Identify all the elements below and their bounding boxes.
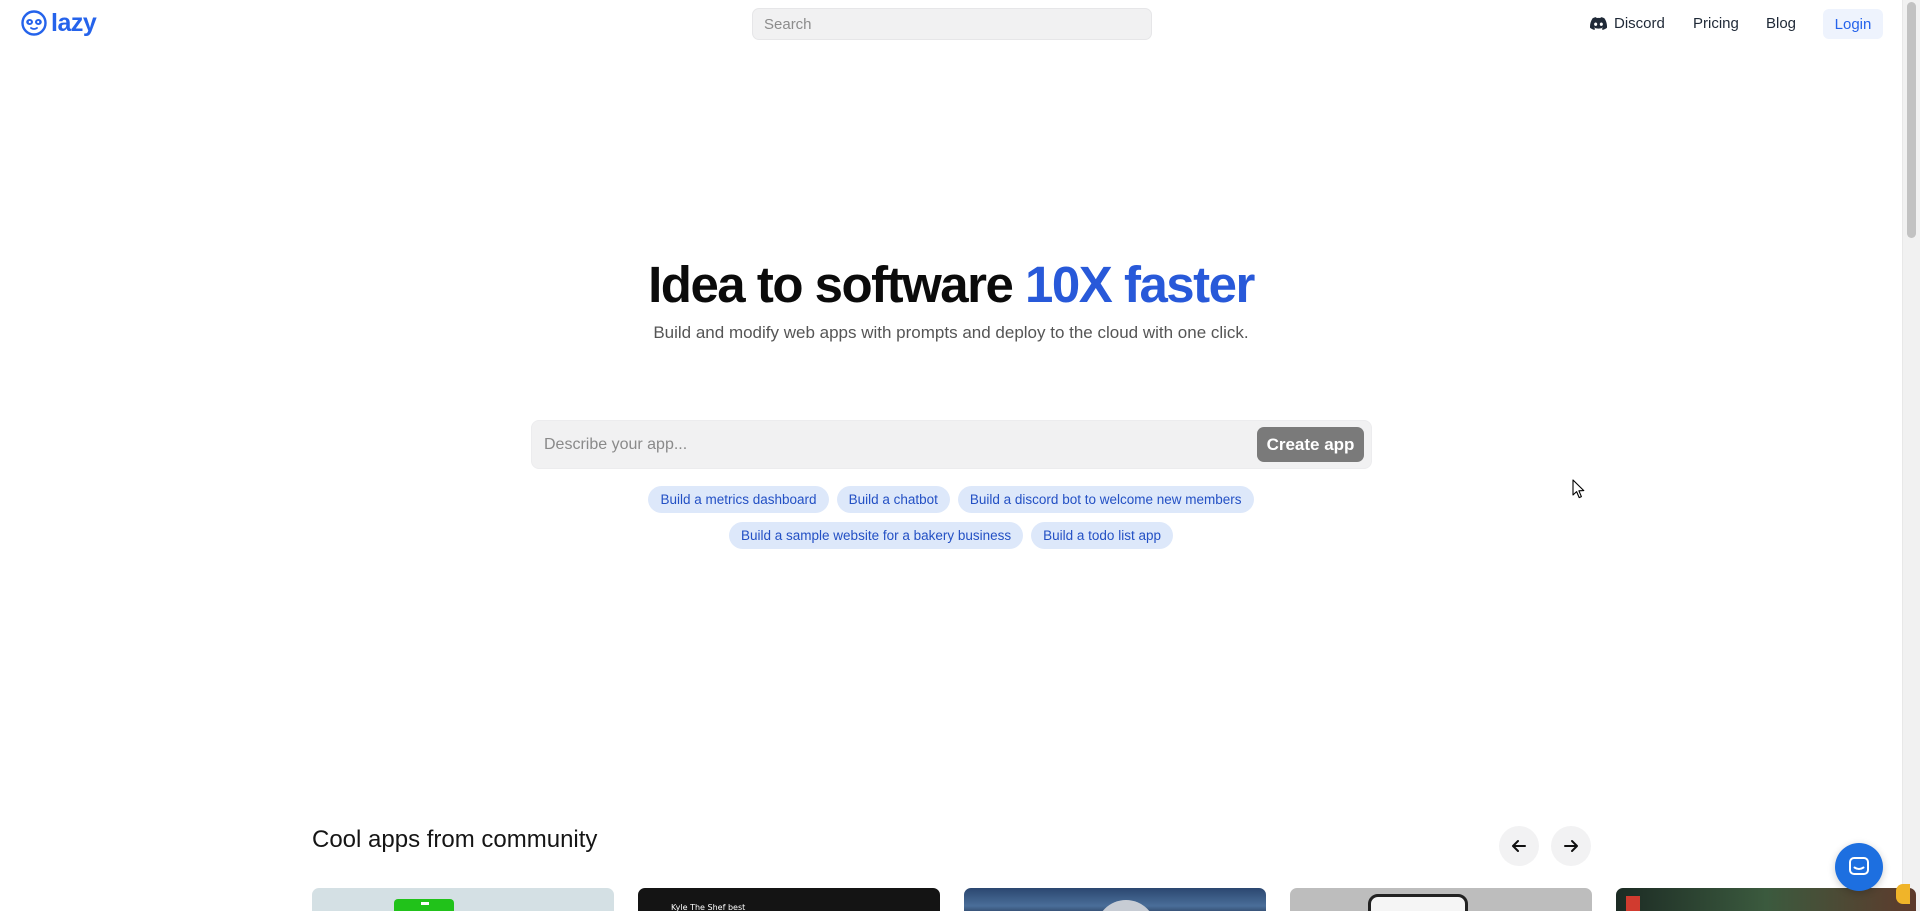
community-app-card[interactable]: Kyle The Shef best (638, 888, 940, 911)
suggestion-chip[interactable]: Build a metrics dashboard (648, 486, 829, 513)
suggestion-row-2: Build a sample website for a bakery busi… (0, 522, 1902, 549)
top-nav-bar: lazy Discord Pricing Blog Login (0, 0, 1902, 48)
community-app-card[interactable] (1616, 888, 1916, 911)
search-box (752, 8, 1152, 40)
app-thumbnail-text: Kyle The Shef best (671, 903, 746, 911)
sloth-logo-icon (21, 10, 47, 36)
app-thumbnail (1096, 900, 1156, 911)
mouse-pointer-icon (1572, 479, 1585, 499)
nav-pricing-link[interactable]: Pricing (1693, 15, 1739, 32)
community-section-title: Cool apps from community (312, 826, 598, 853)
app-thumbnail (1368, 894, 1468, 911)
app-thumbnail (1626, 896, 1640, 911)
notification-badge (1896, 884, 1910, 904)
search-input[interactable] (753, 9, 1151, 39)
chat-icon (1849, 857, 1869, 875)
suggestion-row-1: Build a metrics dashboard Build a chatbo… (0, 486, 1902, 513)
scrollbar-thumb[interactable] (1907, 2, 1916, 238)
carousel-next-button[interactable] (1551, 826, 1591, 866)
nav-discord-link[interactable]: Discord (1590, 15, 1665, 32)
arrow-right-icon (1564, 840, 1578, 852)
hero-subtitle: Build and modify web apps with prompts a… (653, 323, 1249, 342)
suggestion-chip[interactable]: Build a chatbot (836, 486, 950, 513)
discord-icon (1590, 17, 1607, 30)
vertical-scrollbar[interactable] (1902, 0, 1920, 911)
support-chat-button[interactable] (1835, 843, 1883, 891)
hero-title-accent: 10X faster (1025, 256, 1255, 313)
suggestion-chip[interactable]: Build a discord bot to welcome new membe… (957, 486, 1254, 513)
nav-discord-label: Discord (1614, 15, 1665, 32)
login-button[interactable]: Login (1823, 9, 1883, 39)
community-app-card[interactable] (312, 888, 614, 911)
nav-blog-link[interactable]: Blog (1766, 15, 1796, 32)
community-app-card[interactable] (964, 888, 1266, 911)
suggestion-chip[interactable]: Build a sample website for a bakery busi… (729, 522, 1024, 549)
suggestion-chip[interactable]: Build a todo list app (1031, 522, 1173, 549)
create-app-button[interactable]: Create app (1257, 427, 1364, 462)
describe-app-input[interactable] (532, 421, 1252, 468)
carousel-prev-button[interactable] (1499, 826, 1539, 866)
logo[interactable]: lazy (21, 9, 97, 37)
app-thumbnail (394, 899, 454, 911)
arrow-left-icon (1512, 840, 1526, 852)
app-prompt-box: Create app (531, 420, 1372, 469)
logo-text: lazy (51, 9, 97, 37)
community-app-card[interactable] (1290, 888, 1592, 911)
hero-title-main: Idea to software (648, 256, 1026, 313)
hero-title: Idea to software 10X faster (0, 255, 1902, 315)
